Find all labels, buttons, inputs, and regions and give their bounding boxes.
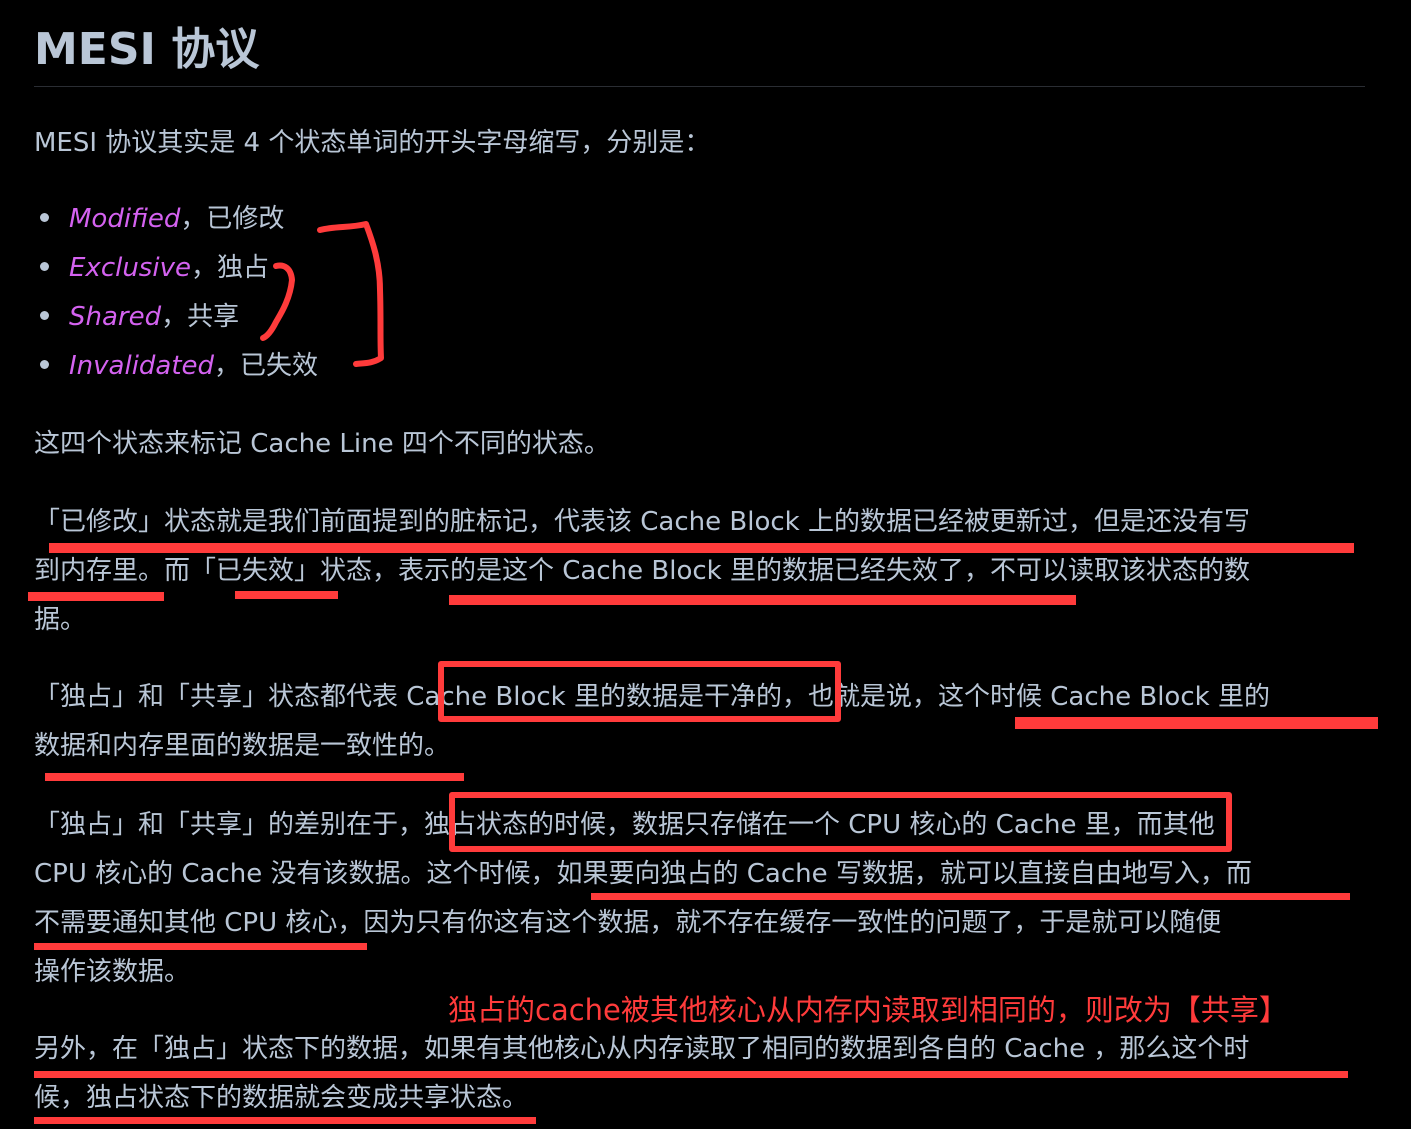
bullet-icon [40, 360, 49, 369]
text-line: 据。 [34, 605, 87, 635]
state-label: ，共享 [161, 302, 240, 332]
paragraph-clean: 「独占」和「共享」状态都代表 Cache Block 里的数据是干净的，也就是说… [34, 673, 1270, 771]
state-label: ，已修改 [180, 204, 285, 234]
state-name: Shared [69, 302, 162, 332]
list-item: Shared，共享 [40, 293, 239, 342]
bullet-icon [40, 262, 49, 271]
list-item: Exclusive，独占 [40, 244, 269, 293]
state-name: Modified [69, 204, 181, 234]
bullet-icon [40, 311, 49, 320]
text-line: 「独占」和「共享」状态都代表 Cache Block 里的数据是干净的，也就是说… [34, 682, 1270, 712]
text-line: 不需要通知其他 CPU 核心，因为只有你这有这个数据，就不存在缓存一致性的问题了… [34, 908, 1222, 938]
divider [34, 86, 1365, 87]
state-name: Exclusive [69, 253, 191, 283]
text-line: 数据和内存里面的数据是一致性的。 [34, 731, 451, 761]
intro-paragraph: MESI 协议其实是 4 个状态单词的开头字母缩写，分别是： [34, 128, 711, 158]
state-label: ，已失效 [214, 351, 319, 381]
text-line: 候，独占状态下的数据就会变成共享状态。 [34, 1083, 529, 1113]
text-line: 「已修改」状态就是我们前面提到的脏标记，代表该 Cache Block 上的数据… [34, 507, 1250, 537]
list-item: Invalidated，已失效 [40, 342, 318, 391]
text-line: CPU 核心的 Cache 没有该数据。这个时候，如果要向独占的 Cache 写… [34, 859, 1252, 889]
summary-paragraph: 这四个状态来标记 Cache Line 四个不同的状态。 [34, 429, 610, 459]
paragraph-exclusive-vs-shared: 「独占」和「共享」的差别在于，独占状态的时候，数据只存储在一个 CPU 核心的 … [34, 801, 1252, 997]
brace-mark [317, 221, 384, 367]
underline-mark [45, 773, 464, 781]
text-line: 「独占」和「共享」的差别在于，独占状态的时候，数据只存储在一个 CPU 核心的 … [34, 810, 1215, 840]
state-label: ，独占 [190, 253, 269, 283]
state-name: Invalidated [69, 351, 215, 381]
bullet-icon [40, 213, 49, 222]
paragraph-transition: 另外，在「独占」状态下的数据，如果有其他核心从内存读取了相同的数据到各自的 Ca… [34, 1025, 1249, 1123]
list-item: Modified，已修改 [40, 195, 284, 244]
text-line: 到内存里。而「已失效」状态，表示的是这个 Cache Block 里的数据已经失… [34, 556, 1250, 586]
text-line: 另外，在「独占」状态下的数据，如果有其他核心从内存读取了相同的数据到各自的 Ca… [34, 1034, 1250, 1064]
page-title: MESI 协议 [34, 24, 260, 75]
paragraph-modified-invalid: 「已修改」状态就是我们前面提到的脏标记，代表该 Cache Block 上的数据… [34, 498, 1250, 645]
